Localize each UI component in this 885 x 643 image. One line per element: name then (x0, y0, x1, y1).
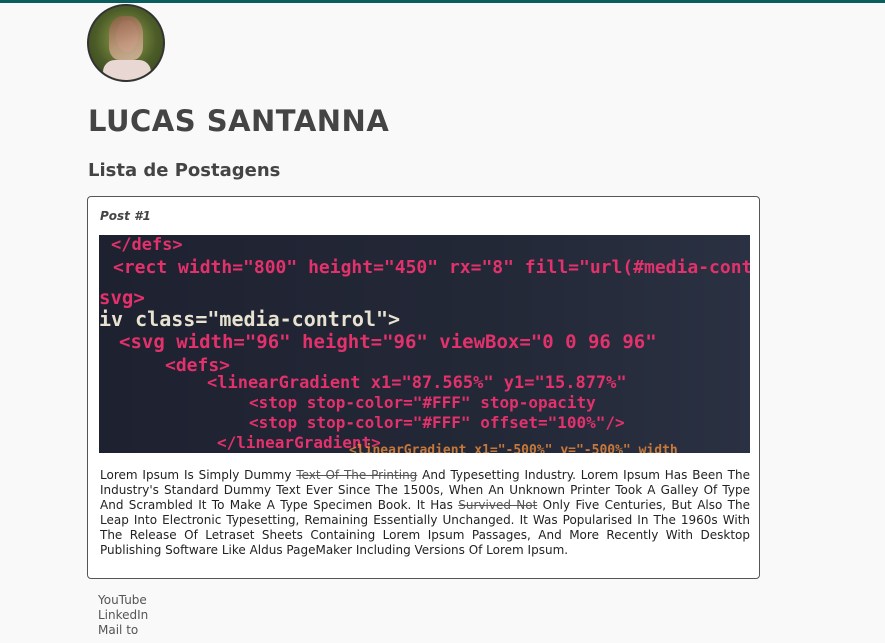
code-line-4: iv class="media-control"> (99, 307, 401, 331)
avatar-hand-shape (109, 16, 143, 60)
post-body-part-strike: Survived Not (458, 498, 538, 512)
code-line-7: <linearGradient x1="87.565%" y1="15.877%… (207, 373, 627, 393)
youtube-link[interactable]: YouTube (98, 593, 147, 607)
post-title: Post #1 (100, 209, 151, 223)
code-line-3: svg> (99, 287, 145, 309)
linkedin-link[interactable]: LinkedIn (98, 608, 148, 622)
avatar-shirt-shape (103, 60, 151, 80)
code-line-9: <stop stop-color="#FFF" offset="100%"/> (249, 413, 625, 432)
code-line-1: </defs> (111, 235, 183, 255)
profile-name: LUCAS SANTANNA (88, 104, 390, 138)
avatar (87, 4, 165, 82)
post-body: Lorem Ipsum Is Simply Dummy Text Of The … (100, 468, 750, 558)
post-body-part-strike: Text Of The Printing (296, 468, 418, 482)
post-card: Post #1 </defs> <rect width="800" height… (87, 196, 760, 579)
code-line-5: <svg width="96" height="96" viewBox="0 0… (119, 331, 657, 353)
code-line-11: <linearGradient x1="-500%" y="-500%" wid… (349, 443, 678, 453)
section-title: Lista de Postagens (88, 160, 281, 181)
mail-to-link[interactable]: Mail to (98, 623, 138, 637)
post-body-part: Lorem Ipsum Is Simply Dummy (100, 468, 297, 482)
post-image: </defs> <rect width="800" height="450" r… (99, 235, 750, 453)
top-accent-bar (0, 0, 885, 3)
code-line-8: <stop stop-color="#FFF" stop-opacity (249, 393, 596, 412)
code-line-2: <rect width="800" height="450" rx="8" fi… (113, 257, 750, 278)
